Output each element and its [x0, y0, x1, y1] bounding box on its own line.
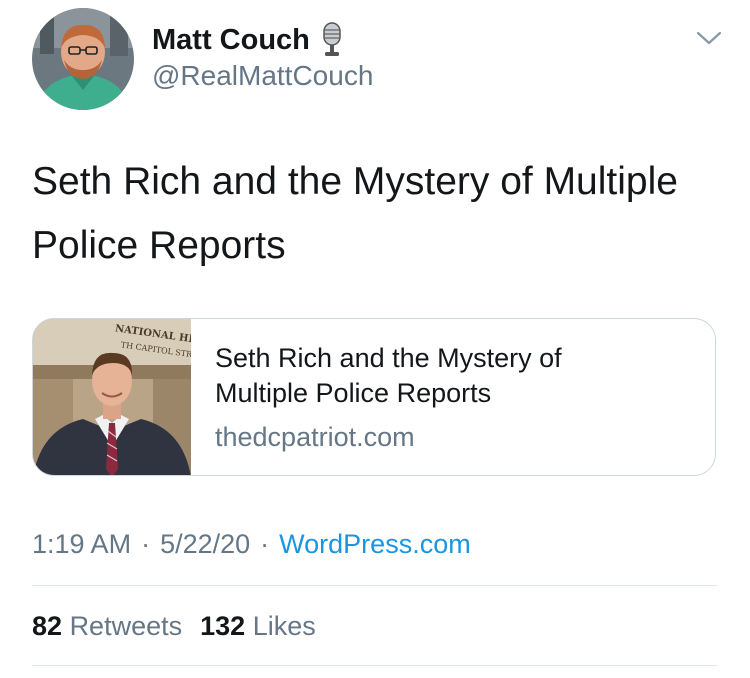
divider — [32, 585, 718, 586]
meta-separator: · — [260, 529, 270, 559]
retweets-stat[interactable]: 82 Retweets — [32, 611, 182, 641]
card-title[interactable]: Seth Rich and the Mystery of Multiple Po… — [215, 341, 655, 411]
divider — [32, 665, 718, 666]
retweets-count: 82 — [32, 611, 63, 641]
user-handle[interactable]: @RealMattCouch — [152, 58, 373, 94]
avatar[interactable] — [32, 8, 134, 110]
tweet-stats: 82 Retweets 132 Likes — [32, 609, 316, 643]
card-domain: thedcpatriot.com — [215, 422, 415, 452]
display-name[interactable]: Matt Couch — [152, 22, 310, 58]
meta-separator: · — [141, 529, 151, 559]
microphone-icon — [320, 22, 344, 58]
profile-photo — [32, 8, 134, 110]
likes-count: 132 — [200, 611, 246, 641]
tweet-text: Seth Rich and the Mystery of Multiple Po… — [32, 160, 678, 267]
likes-label: Likes — [252, 611, 316, 641]
retweets-label: Retweets — [69, 611, 183, 641]
source-link[interactable]: WordPress.com — [279, 529, 471, 559]
likes-stat[interactable]: 132 Likes — [200, 611, 316, 641]
card-thumbnail: NATIONAL HEAD TH CAPITOL STRE — [33, 319, 191, 475]
tweet-date[interactable]: 5/22/20 — [160, 529, 250, 559]
tweet-time[interactable]: 1:19 AM — [32, 529, 131, 559]
tweet-meta: 1:19 AM · 5/22/20 · WordPress.com — [32, 527, 471, 561]
chevron-down-icon[interactable] — [694, 26, 724, 50]
link-card[interactable]: NATIONAL HEAD TH CAPITOL STRE Seth Rich … — [32, 318, 716, 476]
